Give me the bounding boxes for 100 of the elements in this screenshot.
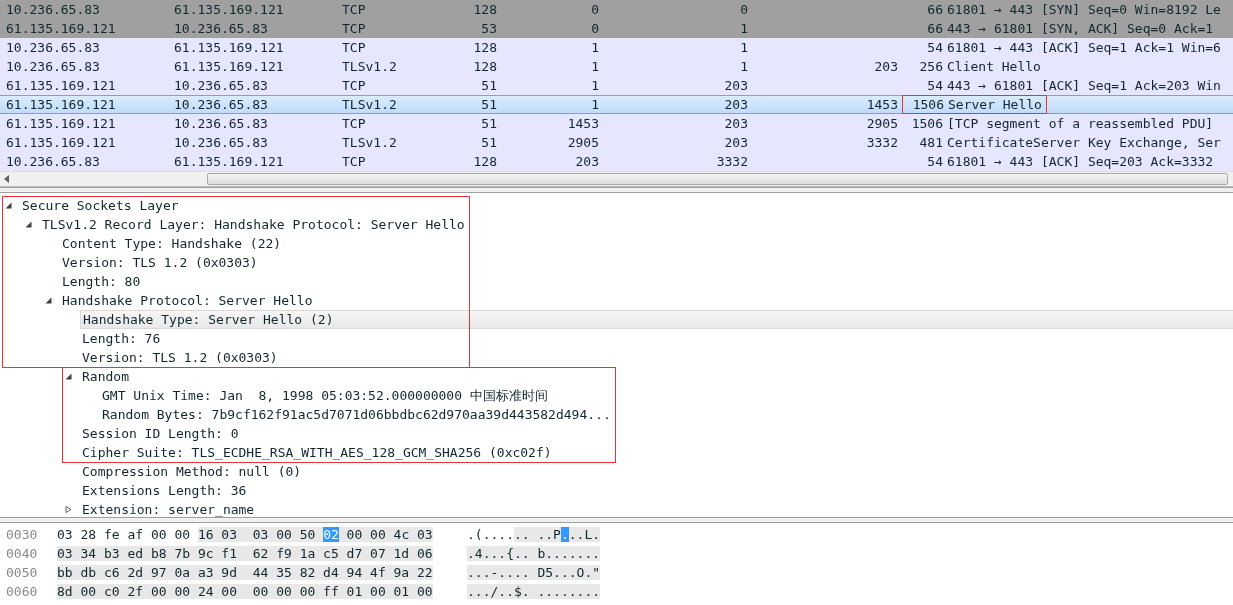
tree-item[interactable]: Extension: server_name — [80, 500, 1233, 517]
table-cell: 10.236.65.83 — [6, 154, 100, 169]
ascii-text[interactable]: .(...... ..P...L. — [467, 525, 601, 544]
expanded-triangle-icon[interactable] — [65, 373, 72, 380]
table-cell: 203 — [724, 78, 748, 93]
expanded-triangle-icon[interactable] — [5, 202, 12, 209]
table-cell: 53 — [481, 21, 497, 36]
table-cell: 1 — [591, 97, 599, 112]
horizontal-scrollbar[interactable] — [0, 171, 1233, 187]
packet-row[interactable]: 61.135.169.121 10.236.65.83 TCP 51 1 203 54 443 → 61801 [ACK] Seq=1 Ack=203 Win — [0, 76, 1233, 95]
tree-item[interactable]: Version: TLS 1.2 (0x0303) — [60, 253, 1233, 272]
table-cell: 61.135.169.121 — [6, 21, 116, 36]
packet-row[interactable]: 10.236.65.83 61.135.169.121 TCP 128 203 3332 54 61801 → 443 [ACK] Seq=203 Ack=3332 — [0, 152, 1233, 171]
table-cell: TLSv1.2 — [342, 59, 397, 74]
table-cell: Server Hello — [948, 97, 1042, 112]
ascii-text[interactable]: .4...{.. b....... — [467, 544, 601, 563]
tree-item[interactable]: GMT Unix Time: Jan 8, 1998 05:03:52.000000000 中国标准时间 — [100, 386, 1233, 405]
table-cell: 61.135.169.121 — [6, 116, 116, 131]
table-cell: 128 — [473, 154, 497, 169]
table-cell: 54 — [927, 154, 943, 169]
table-cell: [TCP segment of a reassembled PDU] — [947, 116, 1214, 131]
packet-row[interactable]: 10.236.65.83 61.135.169.121 TCP 128 1 1 54 61801 → 443 [ACK] Seq=1 Ack=1 Win=6 — [0, 38, 1233, 57]
table-cell: 1 — [591, 40, 599, 55]
table-cell: 481 — [919, 135, 943, 150]
table-cell: 443 → 61801 [ACK] Seq=1 Ack=203 Win — [947, 78, 1221, 93]
tree-item[interactable]: Extensions Length: 36 — [80, 481, 1233, 500]
collapsed-triangle-icon[interactable] — [65, 506, 72, 513]
table-cell: 61801 → 443 [ACK] Seq=203 Ack=3332 — [947, 154, 1214, 169]
hex-offset: 0030 — [5, 526, 39, 544]
table-cell: 61.135.169.121 — [6, 78, 116, 93]
table-cell: 203 — [724, 116, 748, 131]
table-cell: 66 — [927, 2, 943, 17]
table-cell: Client Hello — [947, 59, 1041, 74]
table-cell: 128 — [473, 2, 497, 17]
tree-item[interactable]: Length: 80 — [60, 272, 1233, 291]
table-cell: 10.236.65.83 — [6, 2, 100, 17]
tree-item[interactable]: Compression Method: null (0) — [80, 462, 1233, 481]
tree-item[interactable]: Session ID Length: 0 — [80, 424, 1233, 443]
table-cell: 61.135.169.121 — [174, 2, 284, 17]
table-cell: 51 — [481, 97, 497, 112]
tree-item[interactable]: Length: 76 — [80, 329, 1233, 348]
scroll-left-icon[interactable] — [4, 175, 10, 183]
table-cell: 61.135.169.121 — [174, 40, 284, 55]
table-cell: 0 — [740, 2, 748, 17]
table-cell: 54 — [927, 78, 943, 93]
table-cell: TCP — [342, 116, 366, 131]
tree-item[interactable]: Random Bytes: 7b9cf162f91ac5d7071d06bbdbc62d970aa39d443582d494... — [100, 405, 1233, 424]
table-cell: 66 — [927, 21, 943, 36]
tree-item[interactable]: Secure Sockets Layer — [20, 196, 1233, 215]
table-cell: 54 — [927, 40, 943, 55]
table-cell: 51 — [481, 78, 497, 93]
table-cell: TCP — [342, 40, 366, 55]
ascii-text[interactable]: ...-.... D5...O." — [467, 563, 601, 582]
expanded-triangle-icon[interactable] — [45, 297, 52, 304]
hex-bytes[interactable]: 03 28 fe af 00 00 16 03 03 00 50 02 00 00 4c 03 — [57, 525, 467, 544]
hex-offset: 0050 — [5, 564, 39, 582]
table-cell: 2905 — [866, 116, 898, 131]
packet-row[interactable]: 61.135.169.121 10.236.65.83 TCP 51 1453 203 2905 1506 [TCP segment of a reassembled PDU] — [0, 114, 1233, 133]
table-cell: 1 — [740, 59, 748, 74]
table-cell: 0 — [591, 21, 599, 36]
table-cell: 10.236.65.83 — [6, 59, 100, 74]
table-cell: 203 — [724, 135, 748, 150]
tree-item[interactable]: Content Type: Handshake (22) — [60, 234, 1233, 253]
table-cell: TCP — [342, 78, 366, 93]
packet-row[interactable]: 10.236.65.83 61.135.169.121 TLSv1.2 128 1 1 203 256 Client Hello — [0, 57, 1233, 76]
table-cell: 1 — [740, 21, 748, 36]
table-cell: 1506 — [911, 116, 943, 131]
scrollbar-thumb[interactable] — [207, 173, 1228, 185]
packet-row[interactable]: 10.236.65.83 61.135.169.121 TCP 128 0 0 66 61801 → 443 [SYN] Seq=0 Win=8192 Le — [0, 0, 1233, 19]
table-cell: 1 — [591, 78, 599, 93]
table-cell: 10.236.65.83 — [174, 78, 268, 93]
table-cell: 61.135.169.121 — [6, 135, 116, 150]
table-cell: 61.135.169.121 — [174, 154, 284, 169]
tree-item[interactable]: Handshake Type: Server Hello (2) — [80, 310, 1233, 329]
tree-item[interactable]: TLSv1.2 Record Layer: Handshake Protocol: Server Hello — [40, 215, 1233, 234]
table-cell: 51 — [481, 135, 497, 150]
table-cell: 61.135.169.121 — [6, 97, 116, 112]
table-cell: 51 — [481, 116, 497, 131]
expanded-triangle-icon[interactable] — [25, 221, 32, 228]
table-cell: CertificateServer Key Exchange, Ser — [947, 135, 1221, 150]
ascii-text[interactable]: .../..$. ........ — [467, 582, 601, 601]
tree-item[interactable]: Version: TLS 1.2 (0x0303) — [80, 348, 1233, 367]
table-cell: 10.236.65.83 — [174, 116, 268, 131]
packet-row[interactable]: 61.135.169.121 10.236.65.83 TLSv1.2 51 2905 203 3332 481 CertificateServer Key Exchange, Ser — [0, 133, 1233, 152]
tree-item[interactable]: Random — [80, 367, 1233, 386]
hex-offset: 0040 — [5, 545, 39, 563]
packet-row[interactable]: 61.135.169.121 10.236.65.83 TCP 53 0 1 66 443 → 61801 [SYN, ACK] Seq=0 Ack=1 — [0, 19, 1233, 38]
tree-item[interactable]: Handshake Protocol: Server Hello — [60, 291, 1233, 310]
table-cell: TCP — [342, 21, 366, 36]
table-cell: 203 — [575, 154, 599, 169]
table-cell: 203 — [724, 97, 748, 112]
table-cell: 1453 — [866, 97, 898, 112]
table-cell: 128 — [473, 40, 497, 55]
table-cell: 256 — [919, 59, 943, 74]
tree-item[interactable]: Cipher Suite: TLS_ECDHE_RSA_WITH_AES_128_GCM_SHA256 (0xc02f) — [80, 443, 1233, 462]
table-cell: 3332 — [866, 135, 898, 150]
table-cell: 1 — [591, 59, 599, 74]
packet-row[interactable]: 61.135.169.121 10.236.65.83 TLSv1.2 51 1 203 1453 1506 Server Hello — [0, 95, 1233, 114]
table-cell: TCP — [342, 154, 366, 169]
table-cell: 128 — [473, 59, 497, 74]
